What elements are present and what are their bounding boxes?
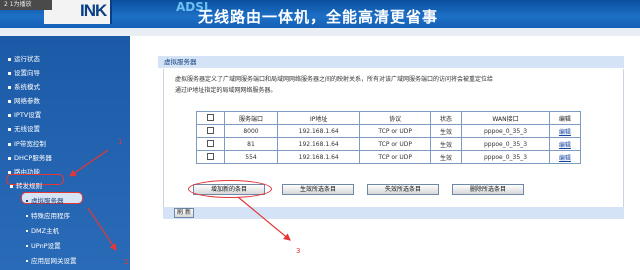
sidebar-subitem-upnp[interactable]: UPnP设置: [26, 240, 61, 250]
header-banner: INK 2 1为播放 ADSL 无线路由一体机，全能高清更省事: [0, 0, 640, 36]
protocol-cell: TCP or UDP: [359, 124, 432, 138]
sidebar-subitem-special-apps[interactable]: 特殊应用程序: [26, 210, 70, 220]
sidebar-item-bandwidth[interactable]: IP带宽控制: [8, 138, 46, 148]
refresh-button[interactable]: 刷 新: [174, 208, 194, 218]
player-overlay-label: 2 1为播放: [0, 0, 52, 10]
page-description: 虚拟服务器定义了广域网服务端口和局域网网络服务器之间的映射关系，所有对该广域网服…: [175, 74, 620, 96]
bullet-icon: [10, 184, 13, 188]
description-line: 虚拟服务器定义了广域网服务端口和局域网网络服务器之间的映射关系，所有对该广域网服…: [175, 76, 494, 83]
protocol-cell: TCP or UDP: [359, 137, 432, 151]
edit-link[interactable]: 编辑: [548, 124, 582, 138]
sidebar-subitem-dmz[interactable]: DMZ主机: [26, 225, 59, 235]
add-button-highlight: [188, 180, 272, 198]
banner-divider: [0, 28, 640, 36]
column-header: 状态: [430, 111, 463, 125]
checkbox[interactable]: [207, 152, 214, 160]
column-header: WAN接口: [461, 111, 550, 125]
sidebar-item-system-mode[interactable]: 系统模式: [8, 81, 40, 91]
row-select[interactable]: [196, 137, 225, 151]
checkbox[interactable]: [207, 113, 214, 121]
bullet-icon: [8, 142, 11, 146]
row-select[interactable]: [196, 124, 225, 138]
sidebar-subitem-virtual-server[interactable]: 虚拟服务器: [26, 195, 64, 205]
delete-selected-button[interactable]: 删除所选条目: [452, 184, 524, 195]
table-row: 81 192.168.1.64 TCP or UDP 生效 pppoe_0_35…: [196, 137, 582, 151]
sidebar-item-network[interactable]: 网络参数: [8, 95, 40, 105]
bullet-icon: [8, 85, 11, 89]
edit-link[interactable]: 编辑: [548, 137, 582, 151]
sidebar-item-status[interactable]: 运行状态: [8, 53, 40, 63]
row-select[interactable]: [196, 150, 225, 164]
enable-selected-button[interactable]: 生效所选条目: [282, 184, 354, 195]
table-row: 8000 192.168.1.64 TCP or UDP 生效 pppoe_0_…: [196, 124, 582, 138]
wan-cell: pppoe_0_35_3: [461, 137, 550, 151]
disable-selected-button[interactable]: 失效所选条目: [367, 184, 439, 195]
status-cell: 生效: [430, 124, 463, 138]
column-header: IP地址: [276, 111, 361, 125]
ip-cell: 192.168.1.64: [276, 124, 361, 138]
checkbox[interactable]: [207, 126, 214, 134]
status-cell: 生效: [430, 150, 463, 164]
table-header-row: 服务端口 IP地址 协议 状态 WAN接口 编辑: [196, 111, 582, 125]
ip-cell: 192.168.1.64: [276, 137, 361, 151]
sidebar-item-iptv[interactable]: IPTV设置: [8, 109, 41, 119]
wan-cell: pppoe_0_35_3: [461, 150, 550, 164]
bullet-icon: [8, 156, 11, 160]
status-cell: 生效: [430, 137, 463, 151]
annotation-number-3: 3: [296, 247, 301, 255]
checkbox[interactable]: [207, 139, 214, 147]
sidebar-item-wireless[interactable]: 无线设置: [8, 123, 40, 133]
column-header: 服务端口: [224, 111, 278, 125]
sidebar-item-dhcp[interactable]: DHCP服务器: [8, 152, 52, 162]
table-row: 554 192.168.1.64 TCP or UDP 生效 pppoe_0_3…: [196, 150, 582, 164]
sidebar-subitem-alg[interactable]: 应用层网关设置: [26, 255, 77, 265]
description-line: 通过IP地址指定的局域网网络服务器。: [175, 87, 277, 94]
bullet-icon: [26, 230, 28, 232]
protocol-cell: TCP or UDP: [359, 150, 432, 164]
bullet-icon: [8, 127, 11, 131]
bullet-icon: [8, 71, 11, 75]
refresh-bar: [163, 207, 624, 219]
wan-cell: pppoe_0_35_3: [461, 124, 550, 138]
bullet-icon: [26, 245, 28, 247]
column-header: 编辑: [548, 111, 582, 125]
annotation-number-1: 1: [118, 138, 123, 146]
port-cell: 554: [224, 150, 278, 164]
ip-cell: 192.168.1.64: [276, 150, 361, 164]
column-header: 协议: [359, 111, 432, 125]
banner-slogan: 无线路由一体机，全能高清更省事: [198, 8, 439, 26]
bullet-icon: [8, 99, 11, 103]
port-cell: 81: [224, 137, 278, 151]
port-cell: 8000: [224, 124, 278, 138]
virtual-server-table: 服务端口 IP地址 协议 状态 WAN接口 编辑 8000 192.168.1.…: [196, 111, 582, 164]
bullet-icon: [26, 215, 28, 217]
sidebar-item-forward-rules[interactable]: 转发规则: [10, 180, 42, 190]
select-all-header[interactable]: [196, 111, 225, 125]
bullet-icon: [8, 57, 11, 61]
sidebar-item-wizard[interactable]: 设置向导: [8, 67, 40, 77]
edit-link[interactable]: 编辑: [548, 150, 582, 164]
annotation-number-2: 2: [124, 258, 129, 266]
page-title: 虚拟服务器: [158, 56, 624, 68]
bullet-icon: [8, 113, 11, 117]
brand-logo: INK: [80, 1, 107, 20]
bullet-icon: [26, 200, 28, 202]
bullet-icon: [26, 260, 28, 262]
